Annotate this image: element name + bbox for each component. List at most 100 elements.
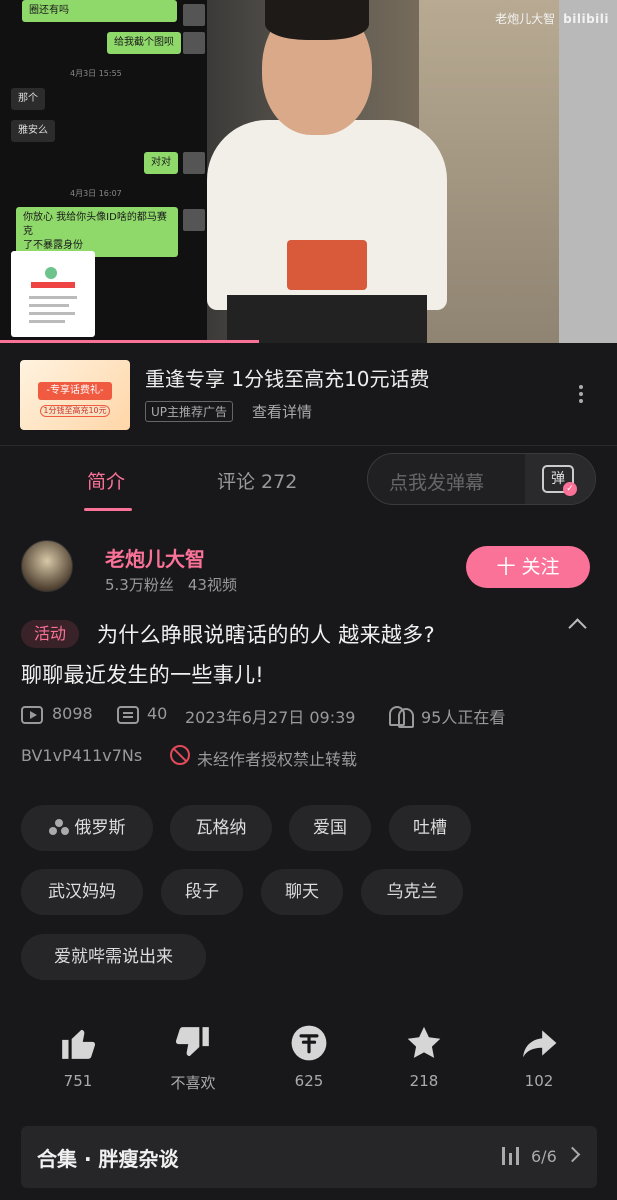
- divider: [0, 445, 617, 446]
- video-title-line2: 聊聊最近发生的一些事儿!: [21, 663, 265, 687]
- tag-chip[interactable]: 爱国: [289, 805, 371, 851]
- tag-chip[interactable]: 爱就哔需说出来: [21, 934, 206, 980]
- tab-comments[interactable]: 评论 272: [217, 467, 297, 494]
- tab-intro[interactable]: 简介: [87, 467, 125, 494]
- chat-screenshot: 圈还有吗 给我截个图呗 4月3日 15:55 那个 雅安么 对对 4月3日 16…: [0, 0, 207, 343]
- tag-label: 俄罗斯: [74, 818, 126, 838]
- person-hair: [265, 0, 369, 40]
- favorite-count: 218: [409, 1072, 439, 1090]
- watermark-channel: 老炮儿大智: [495, 12, 556, 26]
- chat-image-card: [11, 251, 95, 337]
- card-line: [29, 312, 75, 315]
- coin-icon: [291, 1025, 327, 1061]
- door: [559, 0, 617, 343]
- video-count: 43视频: [187, 576, 237, 594]
- play-count: 8098: [52, 704, 93, 723]
- check-icon: ✓: [563, 482, 577, 496]
- forbidden-icon: [170, 745, 190, 765]
- dislike-label: 不喜欢: [170, 1074, 216, 1092]
- danmaku-toggle-button[interactable]: 弹 ✓: [525, 454, 595, 504]
- ad-image-tag: -专享话费礼-: [38, 382, 112, 400]
- ad-badge: UP主推荐广告: [145, 401, 234, 422]
- watermark: 老炮儿大智 bilibili: [495, 10, 609, 27]
- shirt-print: [287, 240, 367, 290]
- bilibili-logo: bilibili: [563, 12, 609, 26]
- topic-icon: [48, 819, 69, 835]
- chat-bubble: 那个: [11, 88, 45, 110]
- no-repost-notice: 未经作者授权禁止转载: [197, 750, 358, 769]
- danmaku-placeholder: 点我发弹幕: [389, 472, 485, 494]
- author-stats: 5.3万粉丝 43视频: [105, 574, 237, 595]
- favorite-button[interactable]: 218: [384, 1024, 464, 1090]
- chat-bubble: 你放心 我给你头像ID啥的都马赛克 了不暴露身份: [16, 207, 178, 257]
- tag-chip[interactable]: 俄罗斯: [21, 805, 153, 851]
- author-avatar[interactable]: [21, 540, 73, 592]
- publish-date: 2023年6月27日 09:39: [185, 708, 356, 727]
- danmaku-input[interactable]: 点我发弹幕 弹 ✓: [367, 453, 596, 505]
- ad-title[interactable]: 重逢专享 1分钱至高充10元话费: [145, 363, 430, 392]
- tag-label: 吐槽: [413, 818, 447, 838]
- ad-banner[interactable]: -专享话费礼- 1分钱至高充10元 重逢专享 1分钱至高充10元话费 UP主推荐…: [0, 343, 617, 446]
- chat-line: 你放心 我给你头像ID啥的都马赛克: [23, 212, 167, 237]
- tag-chip[interactable]: 武汉妈妈: [21, 869, 143, 915]
- author-name[interactable]: 老炮儿大智: [105, 543, 205, 572]
- collection-count: 6/6: [531, 1147, 557, 1166]
- chat-avatar: [183, 4, 205, 26]
- collection-bar[interactable]: 合集 · 胖瘦杂谈 6/6: [21, 1126, 597, 1188]
- chat-timestamp: 4月3日 15:55: [70, 69, 122, 78]
- tag-label: 乌克兰: [386, 882, 438, 902]
- video-title-line1: 为什么睁眼说瞎话的的人 越来越多?: [97, 623, 435, 647]
- danmaku-count-icon: [117, 706, 139, 724]
- thumbs-down-icon: [175, 1027, 209, 1057]
- chevron-right-icon[interactable]: [564, 1146, 581, 1163]
- coin-count: 625: [294, 1072, 324, 1090]
- chat-timestamp: 4月3日 16:07: [70, 189, 122, 198]
- collection-name: 合集 · 胖瘦杂谈: [37, 1147, 179, 1171]
- chat-bubble: 圈还有吗: [22, 0, 177, 22]
- tag-label: 爱就哔需说出来: [54, 947, 173, 967]
- share-arrow-icon: [523, 1030, 557, 1058]
- dislike-button[interactable]: 不喜欢: [153, 1024, 233, 1092]
- viewers-icon: [389, 706, 414, 728]
- fans-count: 5.3万粉丝: [105, 576, 174, 594]
- chat-avatar: [183, 209, 205, 231]
- tag-label: 武汉妈妈: [48, 882, 116, 902]
- tag-label: 爱国: [313, 818, 347, 838]
- chevron-up-icon[interactable]: [566, 616, 590, 632]
- ad-image[interactable]: -专享话费礼- 1分钱至高充10元: [20, 360, 130, 430]
- like-button[interactable]: 751: [38, 1024, 118, 1090]
- play-count-icon: [21, 706, 43, 724]
- tag-label: 瓦格纳: [195, 818, 247, 838]
- chat-avatar: [183, 32, 205, 54]
- card-line: [29, 304, 69, 307]
- chat-avatar: [183, 152, 205, 174]
- camera-feed: [207, 0, 617, 343]
- tab-active-indicator: [84, 508, 132, 511]
- chat-bubble: 给我截个图呗: [107, 32, 181, 54]
- tag-chip[interactable]: 瓦格纳: [170, 805, 272, 851]
- share-button[interactable]: 102: [499, 1024, 579, 1090]
- card-line: [29, 296, 77, 299]
- card-line: [29, 320, 65, 323]
- chat-bubble: 对对: [144, 152, 178, 174]
- tag-chip[interactable]: 吐槽: [389, 805, 471, 851]
- follow-button[interactable]: 十 关注: [466, 546, 590, 588]
- ad-details-link[interactable]: 查看详情: [252, 401, 312, 422]
- bvid: BV1vP411v7Ns: [21, 746, 143, 765]
- coin-button[interactable]: 625: [269, 1024, 349, 1090]
- tag-chip[interactable]: 聊天: [261, 869, 343, 915]
- card-logo: [45, 267, 57, 279]
- playlist-icon: [502, 1147, 520, 1165]
- like-count: 751: [63, 1072, 93, 1090]
- thumbs-up-icon: [62, 1029, 96, 1059]
- tag-label: 段子: [185, 882, 219, 902]
- tag-label: 聊天: [285, 882, 319, 902]
- ad-image-sub: 1分钱至高充10元: [40, 405, 110, 417]
- watching-count: 95人正在看: [421, 708, 506, 727]
- tag-chip[interactable]: 乌克兰: [361, 869, 463, 915]
- tag-chip[interactable]: 段子: [161, 869, 243, 915]
- more-options-icon[interactable]: [578, 385, 584, 406]
- activity-tag[interactable]: 活动: [21, 620, 80, 648]
- video-player[interactable]: 圈还有吗 给我截个图呗 4月3日 15:55 那个 雅安么 对对 4月3日 16…: [0, 0, 617, 343]
- video-meta: 8098 40 2023年6月27日 09:39 95人正在看: [21, 704, 611, 728]
